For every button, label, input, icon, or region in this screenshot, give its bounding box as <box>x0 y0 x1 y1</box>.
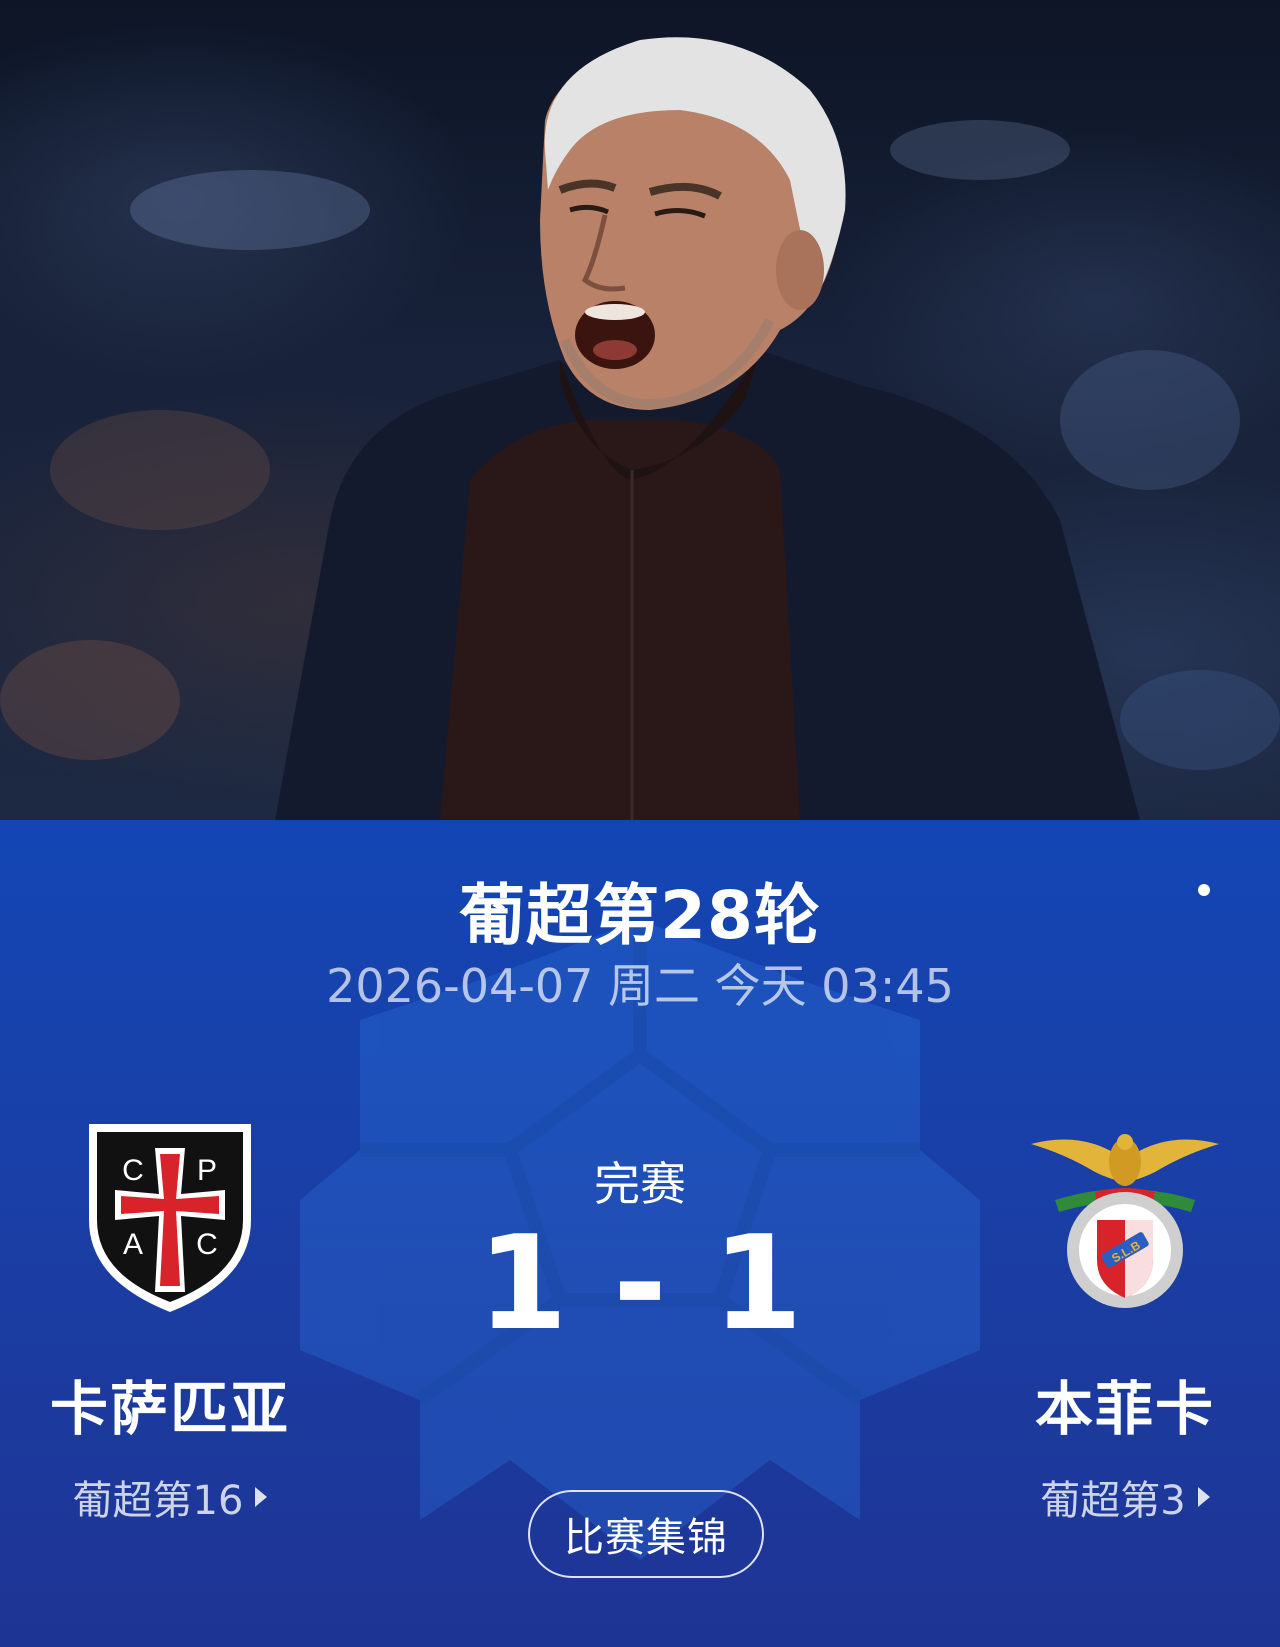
home-team-name: 卡萨匹亚 <box>49 1375 290 1443</box>
home-team-rank: 葡超第16 <box>72 1478 244 1524</box>
highlights-button[interactable]: 比赛集锦 <box>528 1490 764 1578</box>
benfica-crest-icon: S.L.B <box>1031 1134 1219 1308</box>
home-team-rank-link[interactable]: 葡超第16 <box>0 1468 340 1526</box>
round-title: 葡超第28轮 <box>459 877 821 954</box>
caret-right-icon <box>1197 1487 1210 1507</box>
highlights-label: 比赛集锦 <box>564 1515 728 1561</box>
away-team-name: 本菲卡 <box>1034 1375 1215 1443</box>
away-team[interactable]: S.L.B 本菲卡 葡超第3 <box>955 1120 1280 1526</box>
hero-photo <box>0 0 1280 820</box>
caret-right-icon <box>255 1487 268 1507</box>
match-panel: 葡超第28轮 2026-04-07 周二 今天 03:45 C P A C 卡萨… <box>0 820 1280 1647</box>
match-datetime: 2026-04-07 周二 今天 03:45 <box>326 959 954 1013</box>
away-team-rank-link[interactable]: 葡超第3 <box>955 1468 1280 1526</box>
away-team-rank: 葡超第3 <box>1040 1478 1186 1524</box>
coach-photo-icon <box>0 37 1280 820</box>
